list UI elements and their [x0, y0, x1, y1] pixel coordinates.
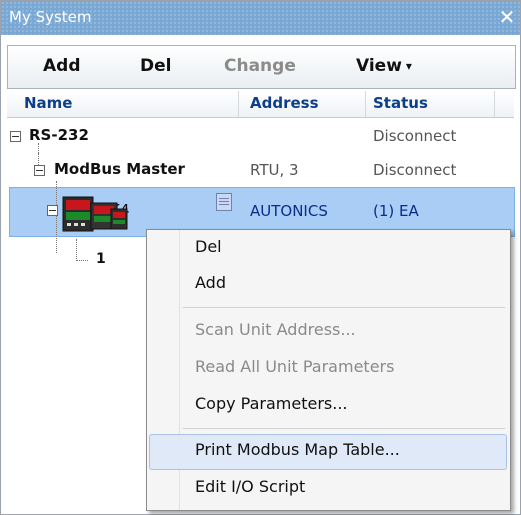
- menu-separator: [183, 428, 505, 429]
- menu-item-edit-io-script[interactable]: Edit I/O Script: [195, 477, 305, 496]
- menu-item-scan-unit-address[interactable]: Scan Unit Address...: [195, 320, 356, 339]
- tree-node-status: (1) EA: [373, 202, 419, 220]
- column-divider[interactable]: [494, 91, 495, 117]
- del-button[interactable]: Del: [140, 56, 171, 76]
- title-bar[interactable]: My System ✕: [1, 1, 520, 35]
- column-header: Name Address Status: [7, 91, 514, 118]
- menu-item-copy-parameters[interactable]: Copy Parameters...: [195, 394, 348, 413]
- tree-row-rs232[interactable]: RS-232 Disconnect: [7, 123, 514, 151]
- view-menu-button[interactable]: View ▾: [356, 56, 412, 76]
- add-button[interactable]: Add: [43, 56, 81, 76]
- view-label: View: [356, 56, 402, 76]
- tree-node-status: Disconnect: [373, 127, 457, 145]
- toolbar: Add Del Change View ▾: [7, 45, 516, 89]
- menu-item-print-modbus-map-table[interactable]: Print Modbus Map Table...: [195, 440, 400, 459]
- menu-separator: [183, 307, 505, 308]
- window: My System ✕ Add Del Change View ▾ Name Ad…: [0, 0, 521, 515]
- tree-node-name: 1: [96, 251, 106, 267]
- collapse-icon[interactable]: [34, 165, 45, 176]
- tree-node-address: AUTONICS: [250, 202, 328, 220]
- document-icon: [216, 193, 232, 211]
- column-address[interactable]: Address: [250, 94, 319, 112]
- column-divider[interactable]: [365, 91, 366, 117]
- menu-item-del[interactable]: Del: [195, 237, 222, 256]
- column-status[interactable]: Status: [373, 94, 428, 112]
- close-icon[interactable]: ✕: [496, 5, 518, 29]
- tree-row-modbus-master[interactable]: ModBus Master RTU, 3 Disconnect: [7, 157, 514, 185]
- tree-node-name: RS-232: [29, 126, 89, 144]
- change-button[interactable]: Change: [224, 56, 296, 76]
- menu-item-add[interactable]: Add: [195, 273, 226, 292]
- column-divider[interactable]: [238, 91, 239, 117]
- tree-node-address: RTU, 3: [250, 161, 299, 179]
- chevron-down-icon: ▾: [405, 59, 412, 73]
- collapse-icon[interactable]: [47, 205, 58, 216]
- tree-node-name: ModBus Master: [54, 160, 185, 178]
- menu-item-read-all-unit-parameters[interactable]: Read All Unit Parameters: [195, 357, 394, 376]
- column-name[interactable]: Name: [24, 94, 72, 112]
- context-menu: Del Add Scan Unit Address... Read All Un…: [146, 229, 511, 511]
- window-title: My System: [9, 8, 92, 26]
- collapse-icon[interactable]: [10, 131, 21, 142]
- tree-node-status: Disconnect: [373, 161, 457, 179]
- temperature-controller-icon: [62, 196, 128, 232]
